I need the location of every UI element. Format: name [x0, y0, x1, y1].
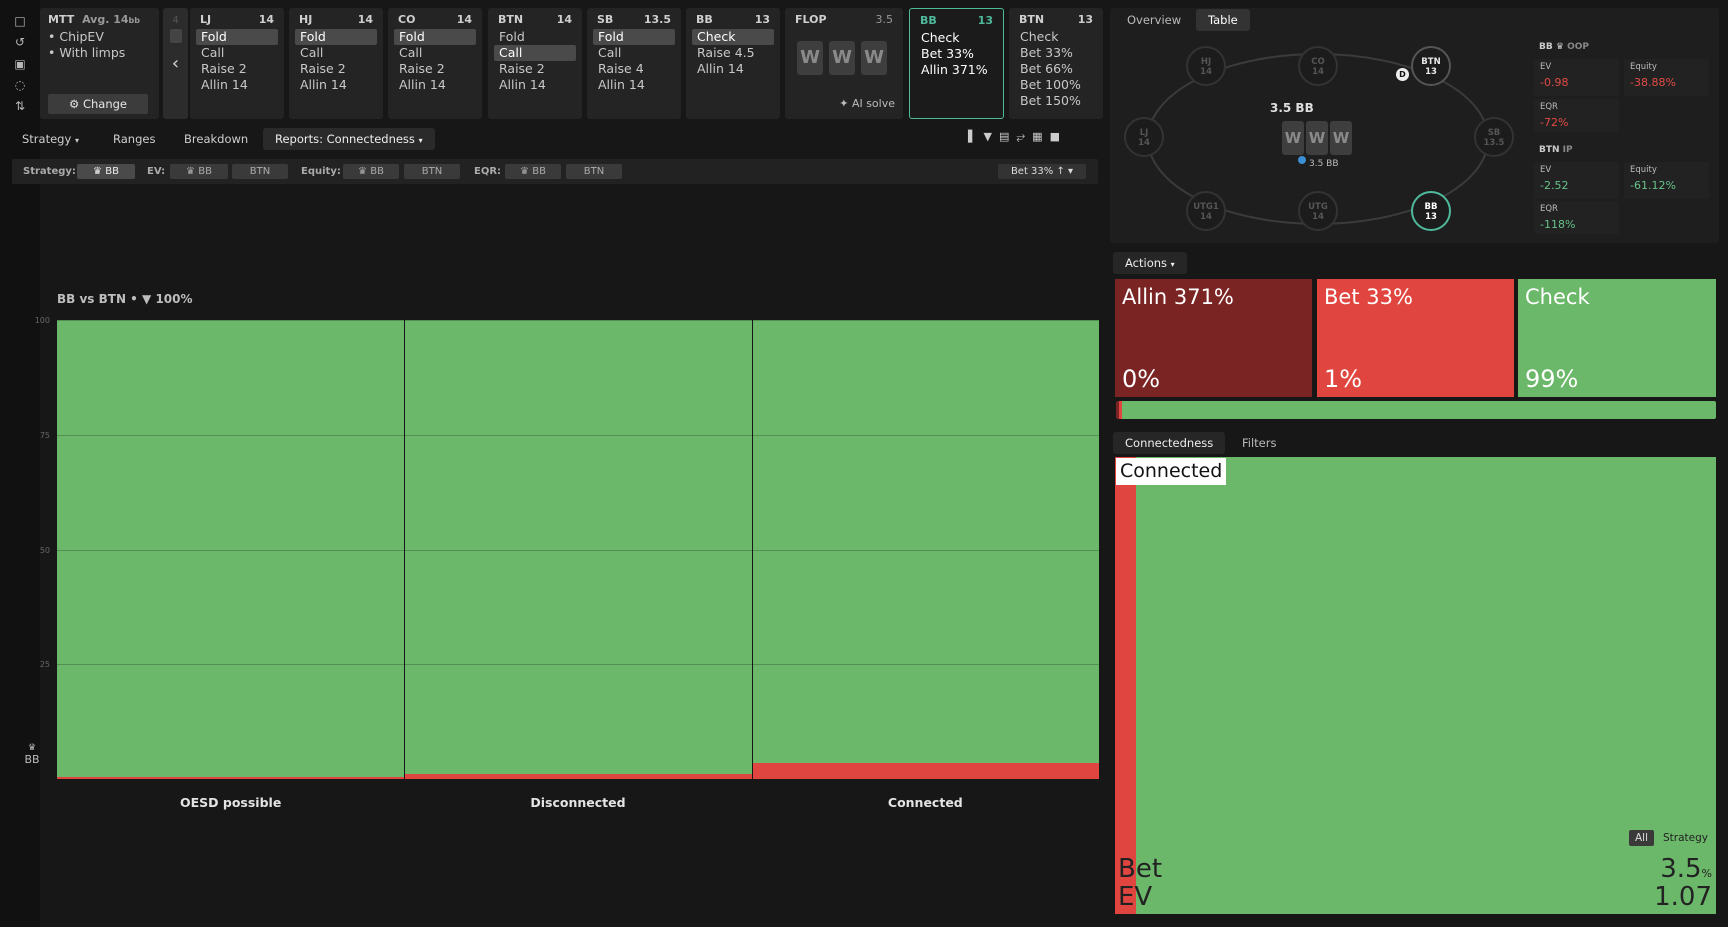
strategy-chart: 100 75 50 25 OESD possible Disconnected Connec…: [0, 0, 1100, 840]
board-card: W: [1306, 121, 1328, 155]
btn-stats-title: BTN IP: [1539, 145, 1573, 155]
tab-filters[interactable]: Filters: [1230, 432, 1288, 454]
all-button[interactable]: All: [1629, 830, 1655, 846]
detail-ev-value: 1.07: [1654, 882, 1712, 912]
seat-name: CO: [1311, 57, 1325, 67]
bb-ev-stat: EV -0.98: [1534, 59, 1619, 96]
bar-bet-33-[interactable]: [405, 774, 752, 779]
bb-eqr-stat: EQR -72%: [1534, 99, 1619, 132]
detail-panel: [1115, 457, 1716, 914]
seat-name: BTN: [1421, 57, 1441, 67]
pot-size: 3.5 BB: [1270, 101, 1314, 115]
category-label: OESD possible: [180, 795, 282, 810]
seat-name: BB: [1424, 202, 1438, 212]
crown-icon: ♛: [27, 743, 37, 753]
bb-equity-stat: Equity -38.88%: [1624, 59, 1709, 96]
category-label: Connected: [887, 795, 963, 810]
tab-overview[interactable]: Overview: [1115, 9, 1193, 31]
btn-ev-stat: EV -2.52: [1534, 162, 1619, 199]
board-card: W: [1282, 121, 1304, 155]
seat-name: HJ: [1200, 57, 1212, 67]
bar-bet-33-[interactable]: [752, 762, 1099, 779]
board-card: W: [1330, 121, 1352, 155]
detail-ev-label: EV: [1118, 882, 1153, 912]
seat-name: UTG: [1308, 202, 1328, 212]
actions-dropdown[interactable]: Actions ▾: [1113, 252, 1187, 274]
board: W W W: [1282, 121, 1352, 155]
y-tick-label: 75: [39, 430, 50, 440]
frequency-bar: [1116, 401, 1716, 419]
dealer-button: D: [1396, 68, 1409, 81]
btn-equity-value: 61.12%: [1633, 179, 1676, 192]
y-tick-label: 100: [34, 316, 50, 325]
seat-name: LJ: [1139, 128, 1149, 138]
detail-title: Connected: [1116, 458, 1227, 485]
y-tick-label: 25: [39, 660, 50, 670]
strategy-button[interactable]: Strategy: [1663, 832, 1708, 844]
bet-amount: 3.5 BB: [1309, 159, 1339, 169]
gridline: [57, 434, 1099, 436]
seat-sb[interactable]: SB 13.5: [1474, 117, 1514, 157]
seat-stack: 14: [1200, 67, 1212, 77]
bb-equity-value: 38.88%: [1633, 76, 1676, 89]
bar-check[interactable]: [752, 320, 1099, 763]
btn-ev-value: 2.52: [1543, 179, 1569, 192]
seat-hj[interactable]: HJ 14: [1186, 46, 1226, 86]
category-label: Disconnected: [530, 795, 626, 810]
detail-bet-label: Bet: [1118, 854, 1163, 884]
seat-lj[interactable]: LJ 14: [1124, 117, 1164, 157]
seat-stack: 14: [1138, 138, 1150, 148]
seat-stack: 14: [1312, 67, 1324, 77]
seat-stack: 14: [1200, 212, 1212, 222]
gridline: [57, 664, 1099, 666]
crown-icon: ♛: [1555, 42, 1564, 52]
btn-eqr-stat: EQR -118%: [1534, 201, 1619, 234]
gridline: [57, 320, 1099, 321]
action-box-allin[interactable]: Allin 371% 0%: [1115, 279, 1312, 397]
seat-stack: 14: [1312, 212, 1324, 222]
y-axis-label: ♛ BB: [22, 743, 42, 766]
seat-bb[interactable]: BB 13: [1411, 191, 1451, 231]
detail-bet-fill: [1115, 457, 1137, 914]
bb-ev-value: 0.98: [1543, 76, 1569, 89]
chevron-down-icon: ▾: [1170, 260, 1175, 269]
btn-equity-stat: Equity -61.12%: [1624, 162, 1709, 199]
action-box-bet[interactable]: Bet 33% 1%: [1317, 279, 1514, 397]
bb-stats-title: BB ♛ OOP: [1539, 42, 1589, 52]
seat-stack: 13: [1425, 67, 1437, 77]
y-tick-label: 50: [39, 545, 50, 555]
seat-utg[interactable]: UTG 14: [1298, 191, 1338, 231]
seat-stack: 13: [1425, 212, 1437, 222]
seat-utg1[interactable]: UTG1 14: [1186, 191, 1226, 231]
gridline: [57, 549, 1099, 551]
tab-table[interactable]: Table: [1196, 9, 1250, 31]
bar-check[interactable]: [405, 320, 752, 775]
seat-name: SB: [1487, 128, 1501, 138]
freq-segment: [1122, 401, 1716, 419]
action-box-check[interactable]: Check 99%: [1518, 279, 1716, 397]
btn-eqr-value: 118%: [1543, 218, 1576, 231]
chip-icon: [1298, 156, 1306, 164]
tab-connectedness[interactable]: Connectedness: [1113, 432, 1226, 454]
bar-bet-33-[interactable]: [57, 776, 405, 779]
seat-stack: 13.5: [1483, 138, 1505, 148]
bar-check[interactable]: [57, 320, 405, 777]
seat-btn[interactable]: BTN 13: [1411, 46, 1451, 86]
bb-eqr-value: 72%: [1543, 116, 1569, 129]
seat-name: UTG1: [1193, 202, 1219, 212]
seat-co[interactable]: CO 14: [1298, 46, 1338, 86]
